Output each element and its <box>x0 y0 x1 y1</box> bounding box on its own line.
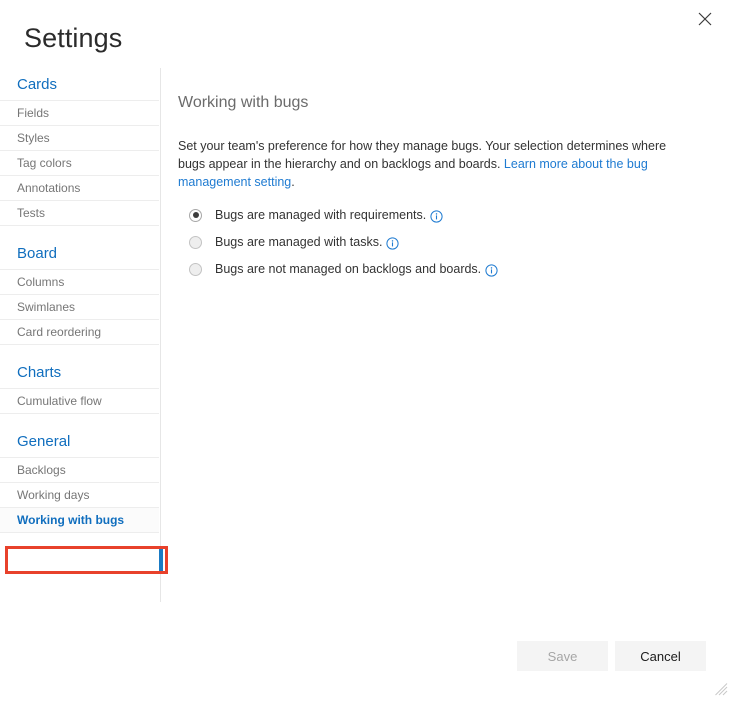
sidebar-item-tag-colors[interactable]: Tag colors <box>0 151 159 176</box>
info-icon[interactable] <box>485 264 498 277</box>
content-description: Set your team's preference for how they … <box>178 137 672 191</box>
page-title: Settings <box>24 20 122 56</box>
content-heading: Working with bugs <box>178 92 678 114</box>
sidebar-item-columns[interactable]: Columns <box>0 270 159 295</box>
sidebar-item-annotations[interactable]: Annotations <box>0 176 159 201</box>
sidebar-group-charts: Charts <box>0 356 159 389</box>
main-content: Working with bugs Set your team's prefer… <box>178 92 678 286</box>
sidebar-group-spacer <box>0 226 159 237</box>
dialog-footer: Save Cancel <box>0 641 730 671</box>
selected-item-indicator <box>159 548 163 571</box>
sidebar-item-swimlanes[interactable]: Swimlanes <box>0 295 159 320</box>
radio-button-icon[interactable] <box>189 236 202 249</box>
sidebar-group-spacer <box>0 345 159 356</box>
sidebar-group-spacer <box>0 414 159 425</box>
radio-button-icon[interactable] <box>189 263 202 276</box>
sidebar-item-card-reordering[interactable]: Card reordering <box>0 320 159 345</box>
close-icon <box>698 12 712 26</box>
resize-grip-icon[interactable] <box>715 683 728 696</box>
sidebar-item-styles[interactable]: Styles <box>0 126 159 151</box>
sidebar-group-cards: Cards <box>0 68 159 101</box>
info-icon[interactable] <box>386 237 399 250</box>
settings-sidebar: CardsFieldsStylesTag colorsAnnotationsTe… <box>0 68 159 603</box>
radio-option-2[interactable]: Bugs are managed with tasks. <box>189 232 678 252</box>
save-button[interactable]: Save <box>517 641 608 671</box>
radio-option-1[interactable]: Bugs are managed with requirements. <box>189 205 678 225</box>
sidebar-item-working-days[interactable]: Working days <box>0 483 159 508</box>
info-icon[interactable] <box>430 210 443 223</box>
radio-option-label: Bugs are managed with requirements. <box>215 206 426 224</box>
radio-option-3[interactable]: Bugs are not managed on backlogs and boa… <box>189 259 678 279</box>
sidebar-item-fields[interactable]: Fields <box>0 101 159 126</box>
sidebar-item-working-with-bugs[interactable]: Working with bugs <box>0 508 159 533</box>
close-button[interactable] <box>689 4 721 34</box>
description-text-tail: . <box>291 175 294 189</box>
sidebar-group-general: General <box>0 425 159 458</box>
sidebar-divider <box>160 68 161 602</box>
sidebar-group-board: Board <box>0 237 159 270</box>
bug-management-radio-group: Bugs are managed with requirements. Bugs … <box>178 205 678 279</box>
sidebar-item-backlogs[interactable]: Backlogs <box>0 458 159 483</box>
radio-option-label: Bugs are not managed on backlogs and boa… <box>215 260 481 278</box>
cancel-button[interactable]: Cancel <box>615 641 706 671</box>
radio-button-icon[interactable] <box>189 209 202 222</box>
sidebar-item-cumulative-flow[interactable]: Cumulative flow <box>0 389 159 414</box>
radio-option-label: Bugs are managed with tasks. <box>215 233 382 251</box>
sidebar-item-tests[interactable]: Tests <box>0 201 159 226</box>
